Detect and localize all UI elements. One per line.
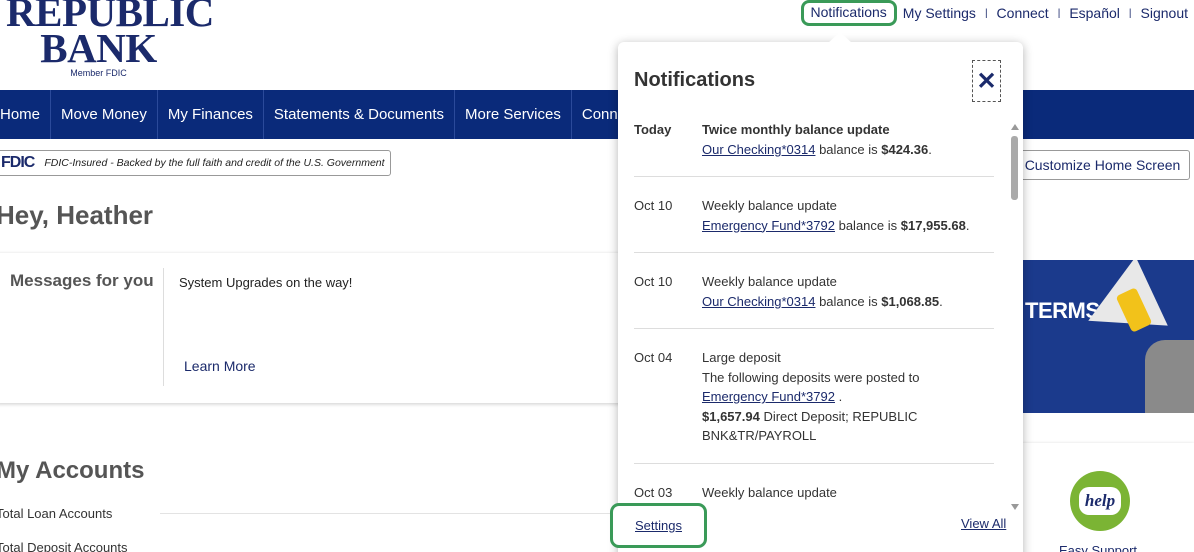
notifications-panel: Notifications ✕ Today Twice monthly bala… [610,32,1023,552]
notification-intro: The following deposits were posted to [702,369,920,385]
notification-list: Today Twice monthly balance update Our C… [634,120,994,506]
account-link[interactable]: Emergency Fund*3792 [702,218,835,233]
separator: | [984,7,988,19]
notification-item: Oct 10 Weekly balance update Our Checkin… [634,272,994,329]
balance-amount: $1,068.85 [881,293,940,309]
person-arm-image [1145,340,1194,413]
account-link[interactable]: Our Checking*0314 [702,294,815,309]
help-bubble-text: help [1078,487,1122,515]
period: . [928,141,932,157]
account-link[interactable]: Our Checking*0314 [702,142,815,157]
notification-date: Oct 10 [634,198,673,213]
greeting: Hey, Heather [0,200,154,230]
notification-heading: Weekly balance update [702,274,837,289]
notification-heading: Weekly balance update [702,198,837,213]
deposit-amount: $1,657.94 [702,408,760,424]
panel-caret [828,32,852,43]
view-all-link[interactable]: View All [961,516,1006,531]
close-icon[interactable]: ✕ [972,60,1001,102]
message-text: System Upgrades on the way! [179,275,353,290]
separator: | [1057,7,1061,19]
notification-date: Oct 04 [634,350,673,365]
total-deposit-accounts-label: Total Deposit Accounts [0,540,128,552]
notification-heading: Twice monthly balance update [702,122,890,137]
notification-item: Oct 10 Weekly balance update Emergency F… [634,196,994,253]
page: REPUBLIC BANK Member FDIC Notifications … [0,0,1194,552]
help-card[interactable]: help Easy Support [1015,443,1194,552]
period: . [939,293,943,309]
nav-move-money[interactable]: Move Money [51,90,158,139]
nav-statements-documents[interactable]: Statements & Documents [264,90,455,139]
notification-item: Oct 04 Large deposit The following depos… [634,348,994,464]
messages-card: Messages for you System Upgrades on the … [0,253,636,403]
notifications-title: Notifications [634,69,756,91]
notification-heading: Weekly balance update [702,484,837,500]
balance-amount: $424.36 [881,141,929,157]
member-fdic-text: Member FDIC [70,68,127,78]
help-icon: help [1070,471,1130,531]
fdic-text: FDIC-Insured - Backed by the full faith … [44,157,385,169]
connect-link[interactable]: Connect [997,5,1049,21]
republic-bank-logo[interactable]: REPUBLIC BANK Member FDIC [6,0,214,78]
period: . [965,217,970,233]
learn-more-link[interactable]: Learn More [184,358,256,374]
espanol-link[interactable]: Español [1069,5,1120,21]
notification-item: Today Twice monthly balance update Our C… [634,120,994,177]
notification-date: Oct 03 [634,484,673,500]
notification-date: Oct 10 [634,274,673,289]
top-links: Notifications My Settings | Connect | Es… [800,0,1188,26]
promo-banner[interactable]: TERMS [1015,260,1194,413]
separator: | [1128,7,1132,19]
balance-text: balance is [834,217,901,233]
fdic-badge: FDIC FDIC-Insured - Backed by the full f… [0,150,391,176]
nav-home[interactable]: Home [0,90,52,139]
notification-heading: Large deposit [702,350,781,365]
trailing-text: . [834,389,843,404]
notifications-link[interactable]: Notifications [800,0,897,26]
nav-my-finances[interactable]: My Finances [158,90,264,139]
scroll-down-icon[interactable] [1011,504,1019,510]
divider [160,513,620,514]
settings-link[interactable]: Settings [610,503,707,548]
easy-support-label: Easy Support [1059,543,1138,552]
scroll-thumb[interactable] [1011,136,1018,200]
total-loan-accounts-label: Total Loan Accounts [0,506,113,521]
my-settings-link[interactable]: My Settings [903,5,976,21]
notification-date: Today [634,122,672,137]
signout-link[interactable]: Signout [1141,5,1188,21]
account-link[interactable]: Emergency Fund*3792 [702,389,835,404]
scroll-up-icon[interactable] [1011,124,1019,130]
balance-text: balance is [815,293,882,309]
my-accounts-title: My Accounts [0,457,145,484]
notification-scrollbar[interactable] [1010,124,1020,512]
customize-home-screen-button[interactable]: Customize Home Screen [1015,150,1190,180]
balance-amount: $17,955.68 [900,217,966,233]
fdic-logo: FDIC [1,154,35,171]
divider [163,268,164,386]
nav-more-services[interactable]: More Services [455,90,572,139]
logo-line-2: BANK [40,25,157,71]
messages-title: Messages for you [10,271,154,290]
balance-text: balance is [815,141,882,157]
